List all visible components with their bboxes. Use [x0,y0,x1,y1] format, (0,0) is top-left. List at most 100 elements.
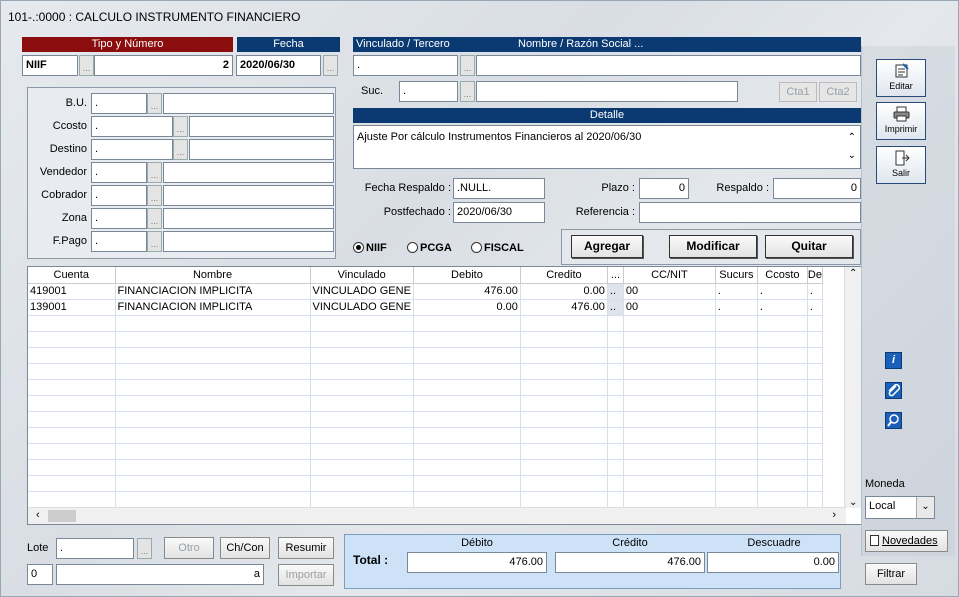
agregar-button[interactable]: Agregar [571,235,643,258]
numero-field[interactable]: 2 [94,55,233,76]
col-header-credito[interactable]: Credito [520,267,608,284]
cell-dots-button[interactable]: .. [607,283,624,300]
col-header-vinculado[interactable]: Vinculado [310,267,414,284]
search-icon[interactable] [885,412,902,429]
referencia-field[interactable] [639,202,861,223]
fecha-respaldo-field[interactable]: .NULL. [453,178,545,199]
fpago-lookup-button[interactable]: ... [147,231,162,252]
vendedor-field[interactable]: . [91,162,147,183]
editar-button[interactable]: Editar [876,59,926,97]
vendedor-lookup-button[interactable]: ... [147,162,162,183]
tipo-field[interactable]: NIIF [22,55,78,76]
moneda-select[interactable]: Local ⌄ [865,496,935,519]
ccosto-name-field [189,116,334,137]
lote-range-field[interactable]: a [56,564,264,585]
chevron-down-icon[interactable]: ⌄ [916,497,934,518]
lote-number-field[interactable]: 0 [27,564,53,585]
detalle-textarea[interactable]: Ajuste Por cálculo Instrumentos Financie… [353,125,861,169]
col-header-ccnit[interactable]: CC/NIT [623,267,716,284]
postfechado-field[interactable]: 2020/06/30 [453,202,545,223]
bu-field[interactable]: . [91,93,147,114]
vinculado-field[interactable]: . [353,55,458,76]
bu-name-field [163,93,334,114]
col-header-dots[interactable]: ... [607,267,624,284]
tipo-lookup-button[interactable]: ... [79,55,94,76]
otro-button[interactable]: Otro [164,537,214,559]
empty-row [28,347,823,364]
zona-field[interactable]: . [91,208,147,229]
cell-cuenta: 139001 [28,299,116,316]
salir-button[interactable]: Salir [876,146,926,184]
radio-niif[interactable]: NIIF [353,241,387,255]
cobrador-field[interactable]: . [91,185,147,206]
radio-pcga-indicator [407,242,418,253]
table-row[interactable]: 419001 FINANCIACION IMPLICITA VINCULADO … [28,283,823,300]
suc-lookup-button[interactable]: ... [460,81,475,102]
radio-pcga[interactable]: PCGA [407,241,452,255]
empty-row [28,331,823,348]
radio-niif-label: NIIF [366,242,387,254]
radio-fiscal[interactable]: FISCAL [471,241,524,255]
radio-pcga-label: PCGA [420,242,452,254]
col-header-sucurs[interactable]: Sucurs [715,267,758,284]
resumir-button[interactable]: Resumir [278,537,334,559]
attachment-icon[interactable] [885,382,902,399]
fecha-picker-button[interactable]: ... [323,55,338,76]
suc-name-field [476,81,738,102]
scroll-down-icon[interactable]: ⌄ [849,497,857,508]
vertical-scrollbar[interactable]: ⌃ ⌄ [844,267,861,508]
bu-lookup-button[interactable]: ... [147,93,162,114]
total-debito-field: 476.00 [407,552,547,573]
col-header-debito[interactable]: Debito [413,267,521,284]
lote-lookup-button[interactable]: ... [137,538,152,559]
main-window: 101-.:0000 : CALCULO INSTRUMENTO FINANCI… [0,0,959,597]
printer-icon [893,106,910,122]
totals-panel: Total : Débito Crédito Descuadre 476.00 … [344,534,841,589]
ccosto-field[interactable]: . [91,116,173,137]
quitar-button[interactable]: Quitar [765,235,853,258]
col-header-nombre[interactable]: Nombre [115,267,311,284]
descuadre-header: Descuadre [747,537,801,549]
ccosto-lookup-button[interactable]: ... [173,116,188,137]
scroll-up-icon[interactable]: ⌃ [849,268,857,279]
fpago-field[interactable]: . [91,231,147,252]
cta1-button[interactable]: Cta1 [779,82,817,102]
scroll-left-icon[interactable]: ‹ [36,509,40,521]
importar-button[interactable]: Importar [278,564,334,586]
horizontal-scrollbar[interactable]: ‹ › [28,507,846,524]
table-row[interactable]: 139001 FINANCIACION IMPLICITA VINCULADO … [28,299,823,316]
novedades-button[interactable]: Novedades [865,530,948,552]
modificar-button[interactable]: Modificar [669,235,757,258]
scroll-thumb[interactable] [48,510,76,522]
zona-label: Zona [61,212,87,224]
cell-credito: 476.00 [520,299,608,316]
destino-field[interactable]: . [91,139,173,160]
cell-ccnit: 00 [623,283,716,300]
col-header-ccosto[interactable]: Ccosto [757,267,808,284]
scroll-up-icon[interactable]: ⌃ [848,130,856,146]
fecha-field[interactable]: 2020/06/30 [236,55,321,76]
empty-row [28,395,823,412]
entries-table[interactable]: Cuenta Nombre Vinculado Debito Credito .… [27,266,862,525]
info-icon[interactable]: i [885,352,902,369]
respaldo-field[interactable]: 0 [773,178,861,199]
col-header-de[interactable]: De [807,267,823,284]
cell-dots-button[interactable]: .. [607,299,624,316]
fpago-label: F.Pago [52,235,87,247]
cta2-button[interactable]: Cta2 [819,82,857,102]
zona-lookup-button[interactable]: ... [147,208,162,229]
imprimir-button[interactable]: Imprimir [876,102,926,140]
cobrador-lookup-button[interactable]: ... [147,185,162,206]
range-a-label: a [253,568,260,580]
vinculado-lookup-button[interactable]: ... [460,55,475,76]
chcon-button[interactable]: Ch/Con [220,537,270,559]
col-header-cuenta[interactable]: Cuenta [28,267,116,284]
scroll-down-icon[interactable]: ⌄ [848,148,856,164]
plazo-field[interactable]: 0 [639,178,689,199]
suc-field[interactable]: . [399,81,458,102]
destino-lookup-button[interactable]: ... [173,139,188,160]
scroll-right-icon[interactable]: › [832,509,836,521]
filtrar-button[interactable]: Filtrar [865,563,917,585]
lote-field[interactable]: . [56,538,134,559]
bu-label: B.U. [65,97,87,109]
